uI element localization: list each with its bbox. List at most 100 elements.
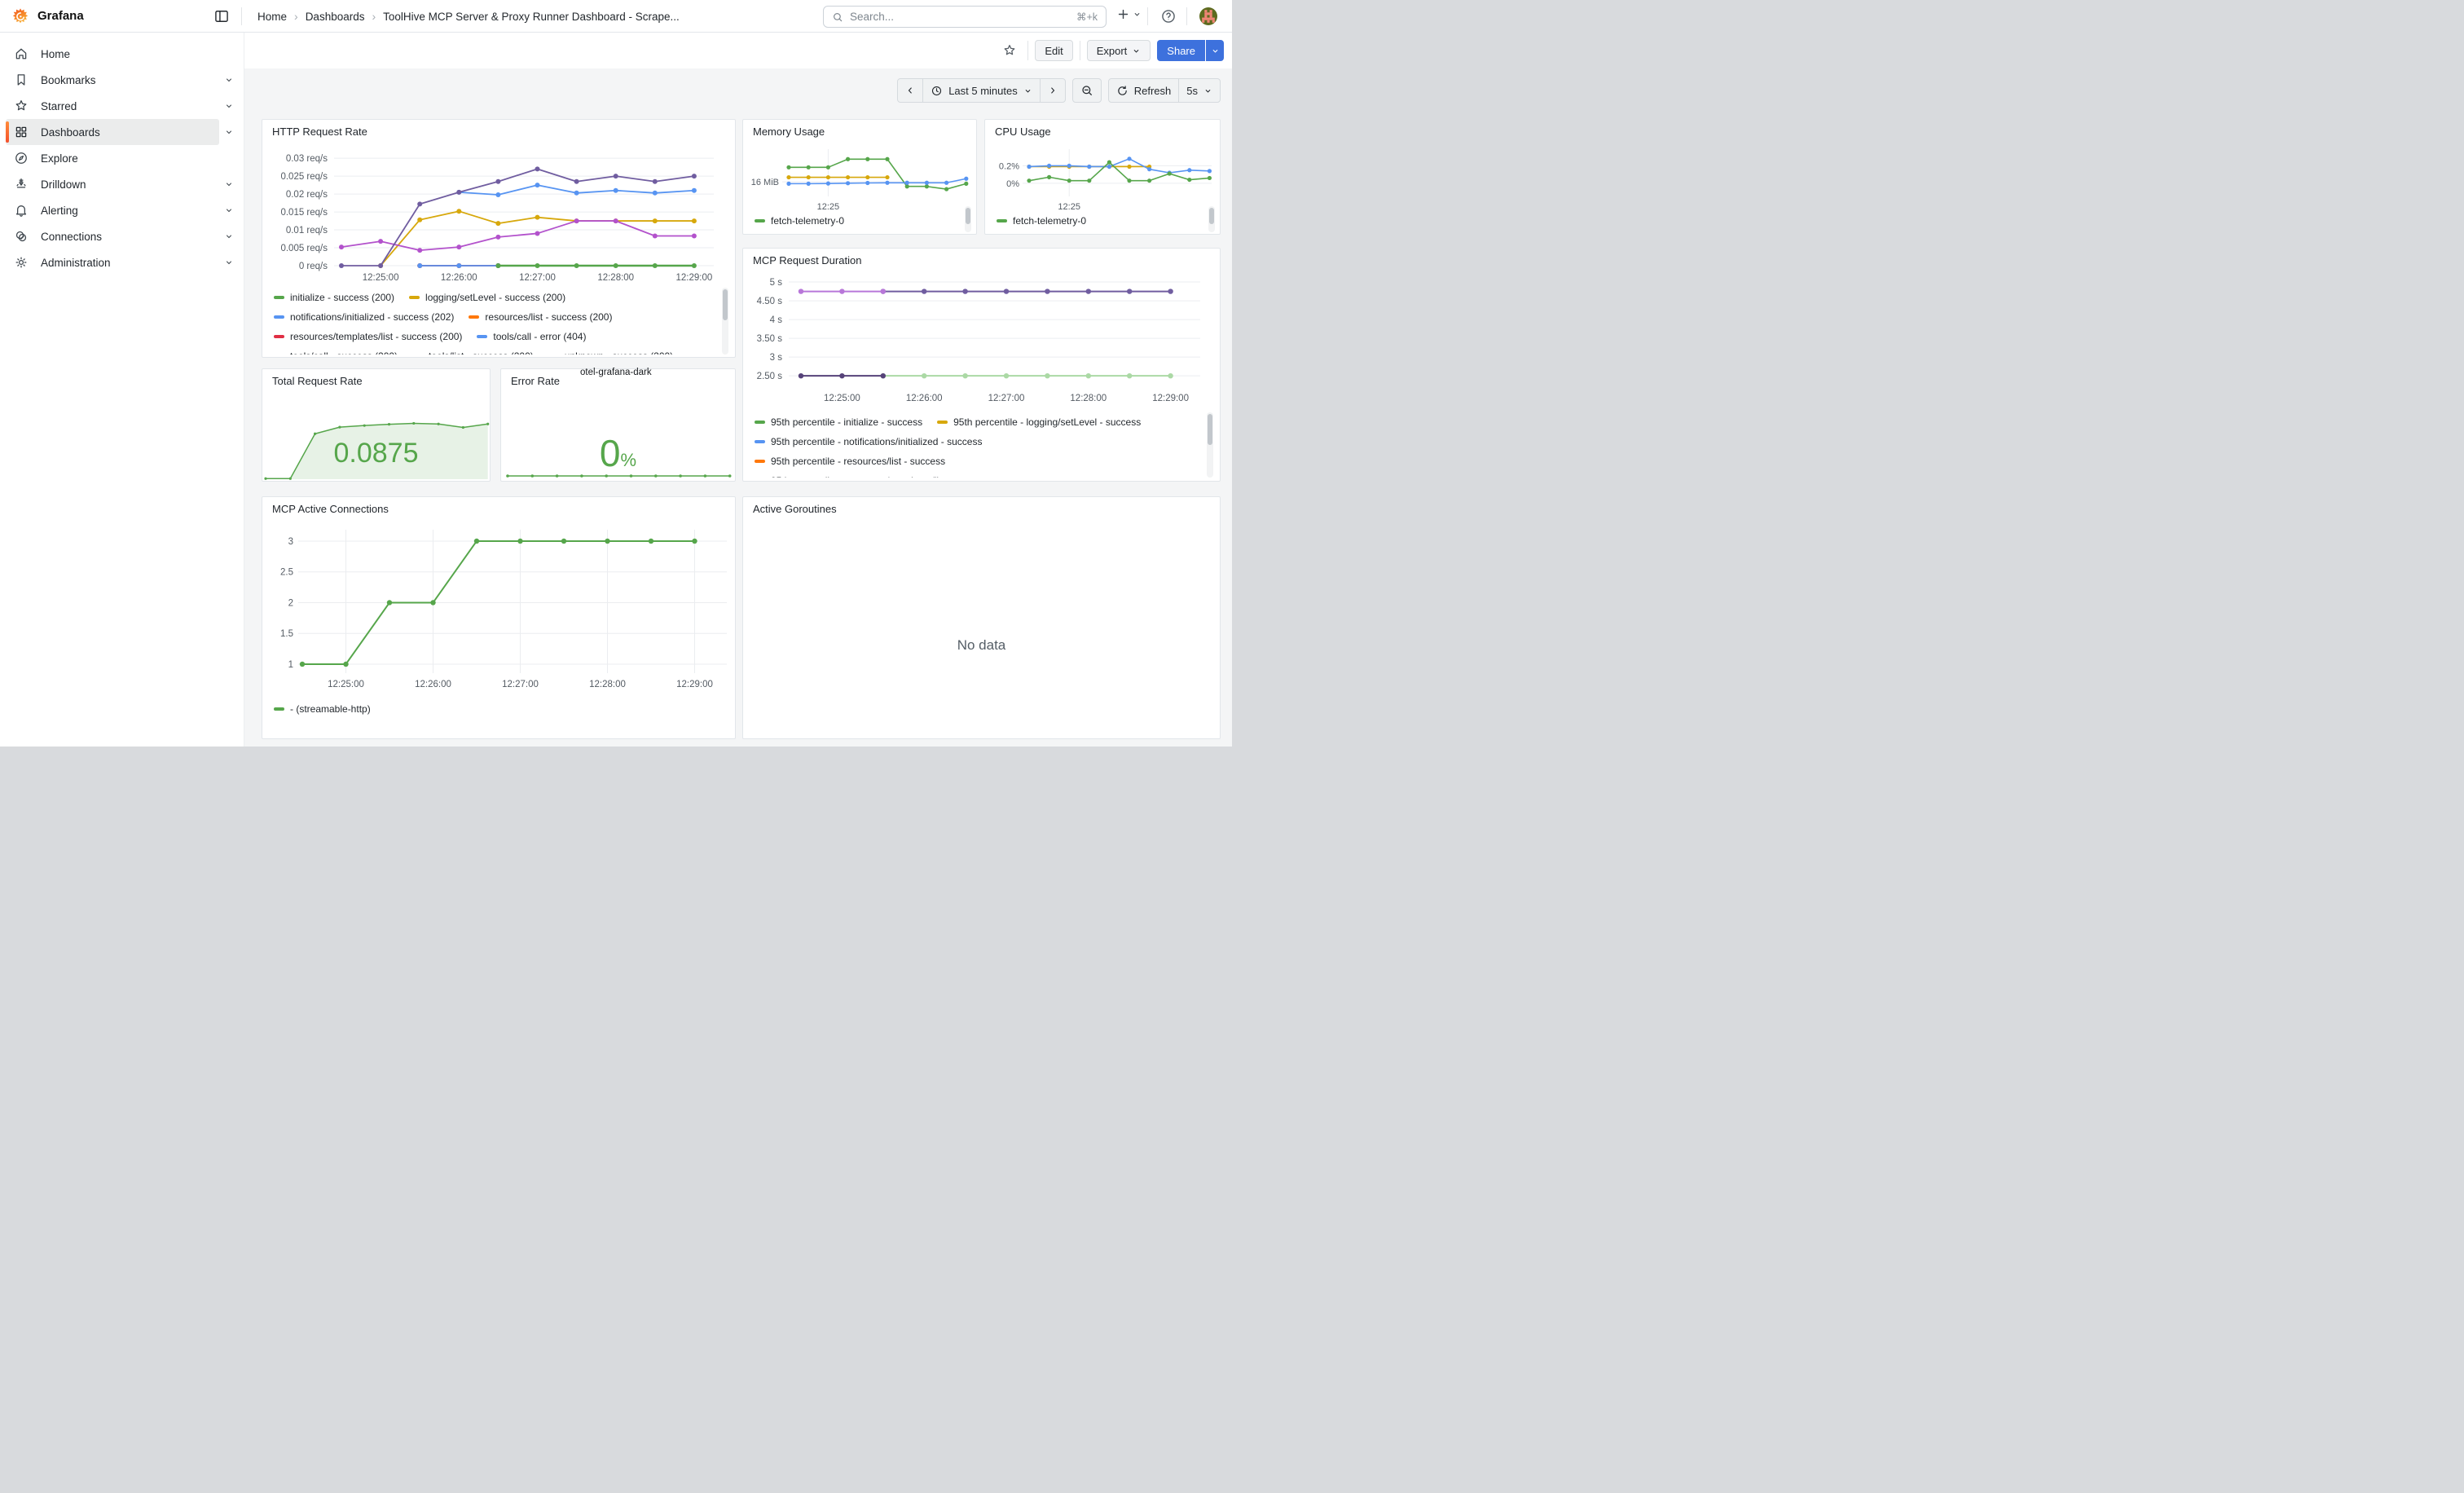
svg-text:2.5: 2.5 [280,568,293,578]
add-button[interactable] [1116,7,1142,21]
legend-item[interactable]: 95th percentile - initialize - success [755,416,922,428]
legend-label: - (streamable-http) [290,703,371,715]
toolbar-divider [1027,41,1028,60]
legend-scrollbar[interactable] [722,288,728,355]
legend-item[interactable]: 95th percentile - resources/list - succe… [755,456,945,467]
chevron-down-icon[interactable] [224,179,234,192]
legend-item[interactable]: initialize - success (200) [274,292,394,303]
bookmark-icon [14,73,29,87]
sidebar-item-label: Drilldown [41,178,86,191]
svg-text:0.02 req/s: 0.02 req/s [286,190,328,200]
dashboard-toolbar: Edit Export Share [244,33,1232,68]
svg-text:12:28:00: 12:28:00 [597,273,634,283]
legend-scrollbar[interactable] [1207,412,1213,478]
export-button[interactable]: Export [1087,40,1151,61]
sidebar-item-connections[interactable]: Connections [0,223,244,249]
chevron-left-icon [905,86,915,95]
legend-item[interactable]: logging/setLevel - success (200) [409,292,565,303]
time-shift-back-button[interactable] [898,79,922,102]
search-placeholder: Search... [850,11,1070,23]
legend-item[interactable]: resources/templates/list - success (200) [274,331,462,342]
legend-label: unknown - success (200) [565,350,673,355]
datasource-floating-label: otel-grafana-dark [580,368,652,377]
star-icon [1002,43,1017,58]
grafana-dashboard-screen: Grafana Home›Dashboards›ToolHive MCP Ser… [0,0,1232,746]
svg-text:4 s: 4 s [770,315,783,325]
legend-item[interactable]: - (streamable-http) [274,703,371,715]
legend-scrollbar[interactable] [1208,206,1215,232]
favorite-star-button[interactable] [998,40,1021,61]
legend-item[interactable]: 95th percentile - notifications/initiali… [755,436,982,447]
legend-item[interactable]: fetch-telemetry-0 [755,215,844,227]
sidebar-item-label: Bookmarks [41,74,96,86]
sidebar-collapse-icon[interactable] [213,8,230,24]
legend-label: tools/call - success (200) [290,350,398,355]
refresh-button[interactable]: Refresh [1109,79,1179,102]
sidebar-item-label: Administration [41,257,111,269]
sidebar-item-explore[interactable]: Explore [0,145,244,171]
panel-title[interactable]: Active Goroutines [753,503,837,515]
export-label: Export [1097,45,1128,57]
legend-item[interactable]: tools/call - success (200) [274,350,398,355]
svg-text:12:26:00: 12:26:00 [906,394,943,403]
breadcrumb-separator: › [372,10,376,23]
svg-text:2.50 s: 2.50 s [757,372,783,381]
nav-divider [1147,7,1148,25]
legend-item[interactable]: 95th percentile - resources/templates/li… [755,475,990,478]
zoom-out-group [1072,78,1102,103]
share-button[interactable]: Share [1157,40,1205,61]
time-range-picker[interactable]: Last 5 minutes [922,79,1040,102]
sidebar-item-starred[interactable]: Starred [0,93,244,119]
legend-swatch [755,440,765,443]
time-shift-forward-button[interactable] [1040,79,1065,102]
legend-swatch [274,296,284,299]
legend-swatch [409,296,420,299]
legend-item[interactable]: resources/list - success (200) [469,311,612,323]
search-input[interactable]: Search... ⌘+k [823,6,1107,28]
error-rate-number: 0 [600,432,621,474]
chevron-down-icon[interactable] [224,101,234,113]
chevron-down-icon[interactable] [224,205,234,218]
sidebar-item-alerting[interactable]: Alerting [0,197,244,223]
legend-item[interactable]: 95th percentile - logging/setLevel - suc… [937,416,1141,428]
chevron-right-icon [1048,86,1058,95]
help-button[interactable] [1160,8,1177,24]
legend-label: notifications/initialized - success (202… [290,311,454,323]
series-fetch-telemetry-0 [789,159,966,189]
user-avatar[interactable] [1199,7,1217,25]
time-range-label: Last 5 minutes [948,85,1018,97]
legend-label: 95th percentile - logging/setLevel - suc… [953,416,1141,428]
breadcrumb-item[interactable]: ToolHive MCP Server & Proxy Runner Dashb… [383,11,680,23]
svg-text:0%: 0% [1006,179,1019,189]
edit-button[interactable]: Edit [1035,40,1072,61]
legend-label: tools/list - success (200) [429,350,534,355]
share-menu-button[interactable] [1206,40,1224,61]
legend-item[interactable]: notifications/initialized - success (202… [274,311,454,323]
series-mem-series-blue [789,178,966,183]
legend-item[interactable]: fetch-telemetry-0 [997,215,1086,227]
chevron-down-icon[interactable] [224,75,234,87]
sidebar-item-bookmarks[interactable]: Bookmarks [0,67,244,93]
chevron-down-icon[interactable] [224,231,234,244]
sidebar-item-administration[interactable]: Administration [0,249,244,275]
legend-scrollbar[interactable] [965,206,971,232]
chevron-down-icon[interactable] [224,127,234,139]
sidebar-item-dashboards[interactable]: Dashboards [0,119,244,145]
legend-label: resources/templates/list - success (200) [290,331,462,342]
breadcrumb-item[interactable]: Home [257,11,287,23]
sidebar-item-drilldown[interactable]: Drilldown [0,171,244,197]
chevron-down-icon[interactable] [224,258,234,270]
legend-item[interactable]: tools/list - success (200) [412,350,534,355]
zoom-out-button[interactable] [1073,79,1101,102]
nav-divider [241,7,242,25]
svg-text:1.5: 1.5 [280,629,293,639]
legend-item[interactable]: tools/call - error (404) [477,331,586,342]
legend-swatch [274,335,284,338]
refresh-interval-dropdown[interactable]: 5s [1178,79,1220,102]
legend-swatch [274,315,284,319]
sidebar-item-label: Dashboards [41,126,100,139]
sidebar-item-home[interactable]: Home [0,41,244,67]
legend-item[interactable]: unknown - success (200) [548,350,673,355]
breadcrumb-item[interactable]: Dashboards [306,11,365,23]
svg-text:12:28:00: 12:28:00 [1070,394,1107,403]
